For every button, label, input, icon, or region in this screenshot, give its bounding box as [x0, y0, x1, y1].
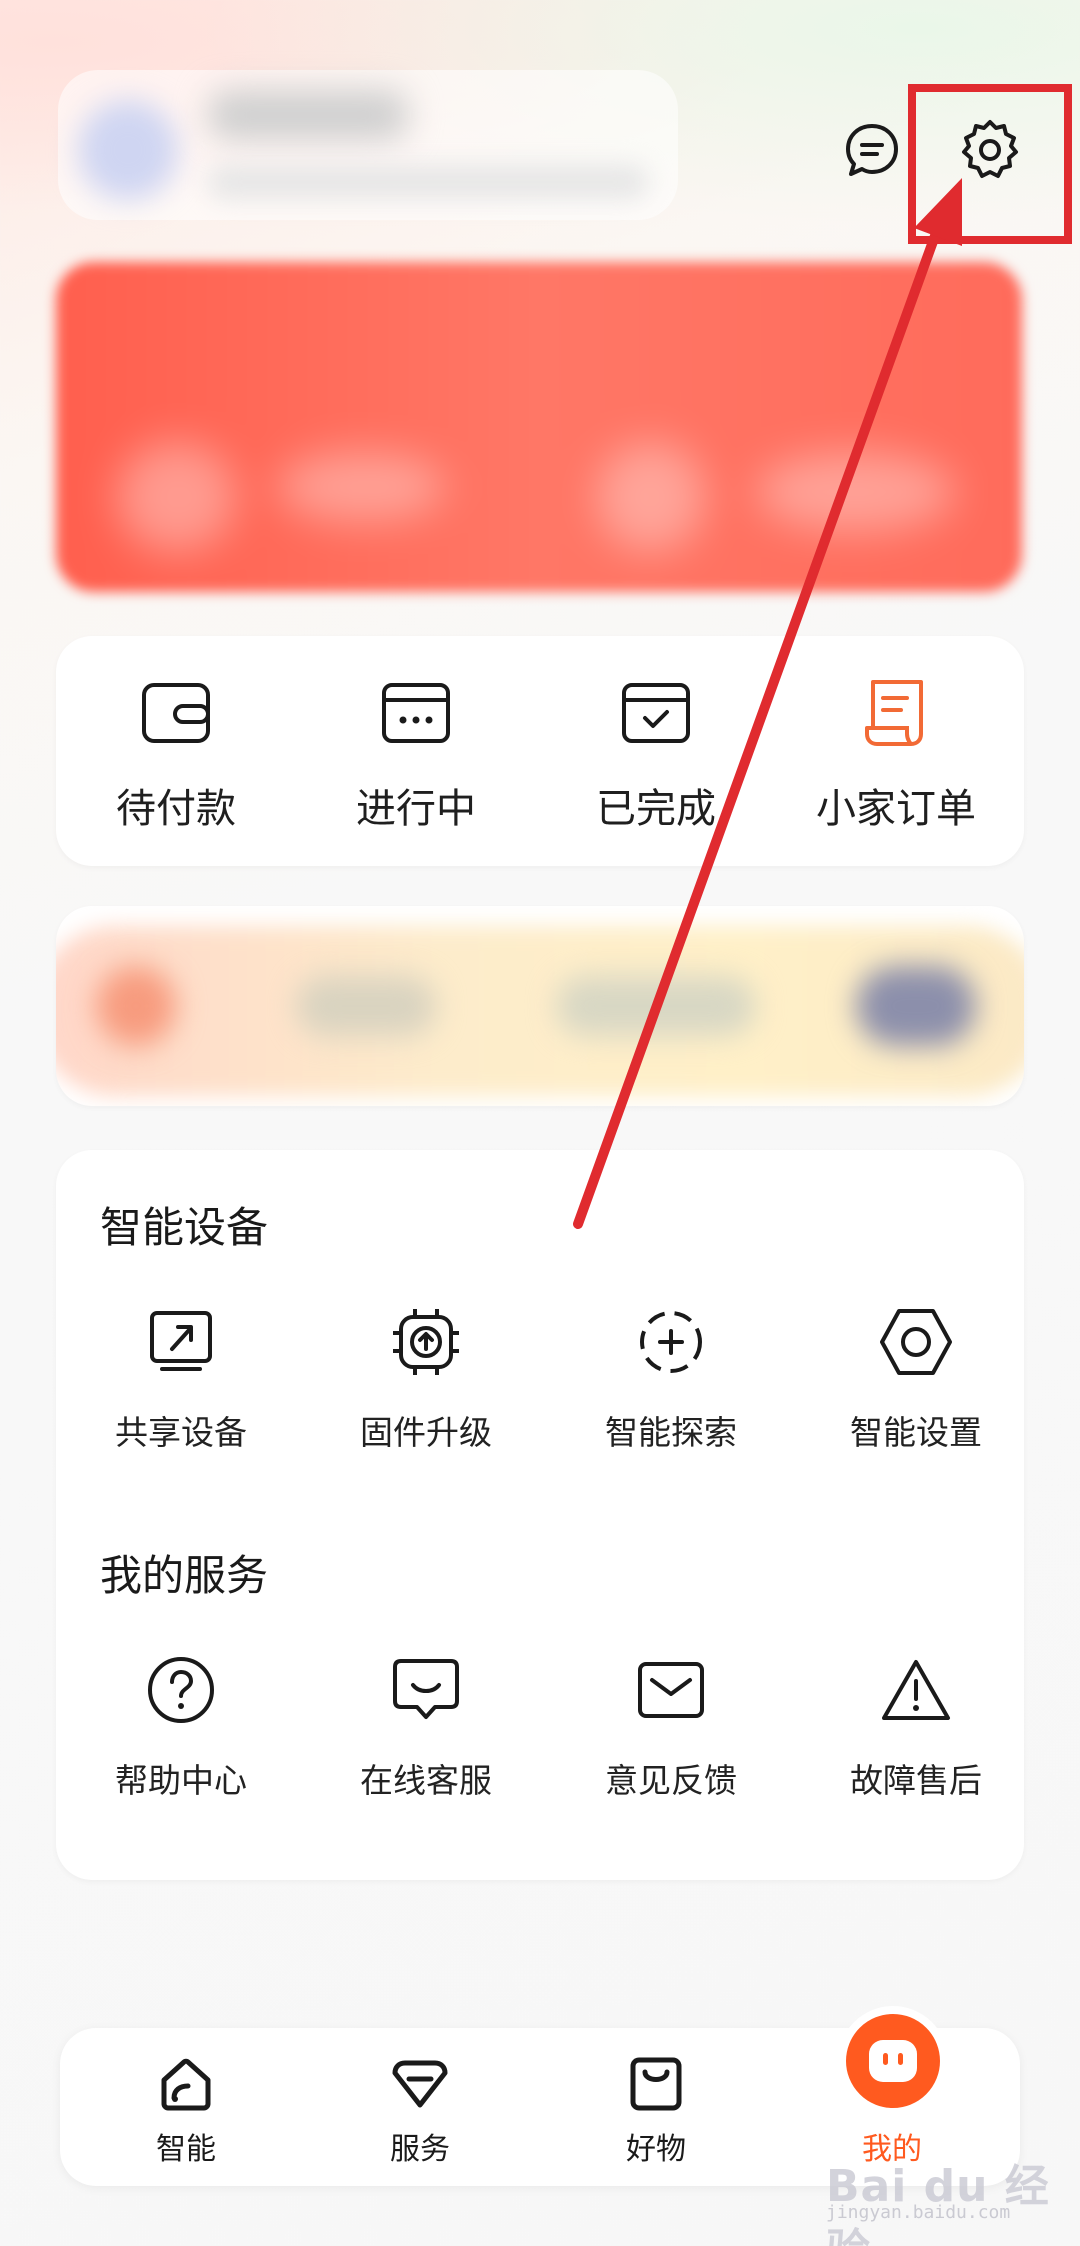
order-completed[interactable]: 已完成: [536, 674, 776, 834]
service-label: 意见反馈: [605, 1761, 737, 1800]
chat-service-icon: [384, 1648, 468, 1732]
order-label: 进行中: [356, 786, 476, 832]
service-label: 帮助中心: [115, 1761, 247, 1800]
smart-settings-button[interactable]: 智能设置: [796, 1300, 1036, 1470]
service-label: 智能探索: [605, 1413, 737, 1452]
service-label: 固件升级: [360, 1413, 492, 1452]
promo-blob: [856, 966, 976, 1046]
services-card: 智能设备 共享设备 固件升级 智能探索 智能设置 我的服务 帮助中心 在线客服 …: [56, 1150, 1024, 1880]
hexagon-settings-icon: [874, 1300, 958, 1384]
chat-bubble-icon: [846, 124, 898, 176]
tab-goods[interactable]: 好物: [566, 2052, 746, 2172]
tab-label: 智能: [156, 2132, 216, 2167]
message-button[interactable]: [834, 113, 910, 189]
shopping-bag-icon: [624, 2052, 688, 2116]
watermark-url: jingyan.baidu.com: [826, 2202, 1011, 2223]
promo-card[interactable]: [56, 906, 1024, 1106]
section-title-smart-devices: 智能设备: [100, 1203, 269, 1252]
after-sales-button[interactable]: 故障售后: [796, 1648, 1036, 1818]
firmware-upgrade-button[interactable]: 固件升级: [306, 1300, 546, 1470]
calendar-check-icon: [616, 674, 696, 752]
help-center-button[interactable]: 帮助中心: [61, 1648, 301, 1818]
promo-blob: [556, 976, 756, 1036]
profile-subtitle-blurred: [208, 165, 648, 199]
robot-face-icon: [869, 2040, 917, 2082]
watermark-logo: Bai du 经验: [826, 2161, 1050, 2246]
service-label: 故障售后: [850, 1761, 982, 1800]
avatar[interactable]: [78, 100, 178, 200]
share-device-icon: [139, 1300, 223, 1384]
tab-label: 服务: [390, 2132, 450, 2167]
feedback-button[interactable]: 意见反馈: [551, 1648, 791, 1818]
promo-blob: [296, 976, 436, 1036]
warning-triangle-icon: [874, 1648, 958, 1732]
service-label: 共享设备: [115, 1413, 247, 1452]
vip-banner[interactable]: [56, 262, 1022, 592]
order-home-orders[interactable]: 小家订单: [776, 674, 1016, 834]
feedback-mail-icon: [629, 1648, 713, 1732]
calendar-dots-icon: [376, 674, 456, 752]
service-label: 在线客服: [360, 1761, 492, 1800]
order-label: 小家订单: [816, 786, 976, 832]
online-service-button[interactable]: 在线客服: [306, 1648, 546, 1818]
order-label: 已完成: [596, 786, 716, 832]
tab-label: 好物: [626, 2132, 686, 2167]
smart-home-icon: [154, 2052, 218, 2116]
tab-mine-bubble[interactable]: [838, 2006, 948, 2116]
settings-highlight-box: [908, 84, 1072, 244]
share-device-button[interactable]: 共享设备: [61, 1300, 301, 1470]
wallet-icon: [136, 674, 216, 752]
promo-blob: [96, 966, 176, 1046]
orders-card: 待付款 进行中 已完成 小家订单: [56, 636, 1024, 866]
tab-service[interactable]: 服务: [330, 2052, 510, 2172]
order-in-progress[interactable]: 进行中: [296, 674, 536, 834]
section-title-my-services: 我的服务: [100, 1551, 269, 1600]
user-profile[interactable]: [58, 70, 678, 220]
smart-explore-button[interactable]: 智能探索: [551, 1300, 791, 1470]
smart-explore-icon: [629, 1300, 713, 1384]
firmware-upgrade-icon: [384, 1300, 468, 1384]
service-label: 智能设置: [850, 1413, 982, 1452]
diamond-service-icon: [388, 2052, 452, 2116]
receipt-icon: [856, 674, 936, 752]
question-circle-icon: [139, 1648, 223, 1732]
tab-smart[interactable]: 智能: [96, 2052, 276, 2172]
order-pending-payment[interactable]: 待付款: [56, 674, 296, 834]
profile-name-blurred: [208, 90, 408, 140]
order-label: 待付款: [116, 786, 236, 832]
